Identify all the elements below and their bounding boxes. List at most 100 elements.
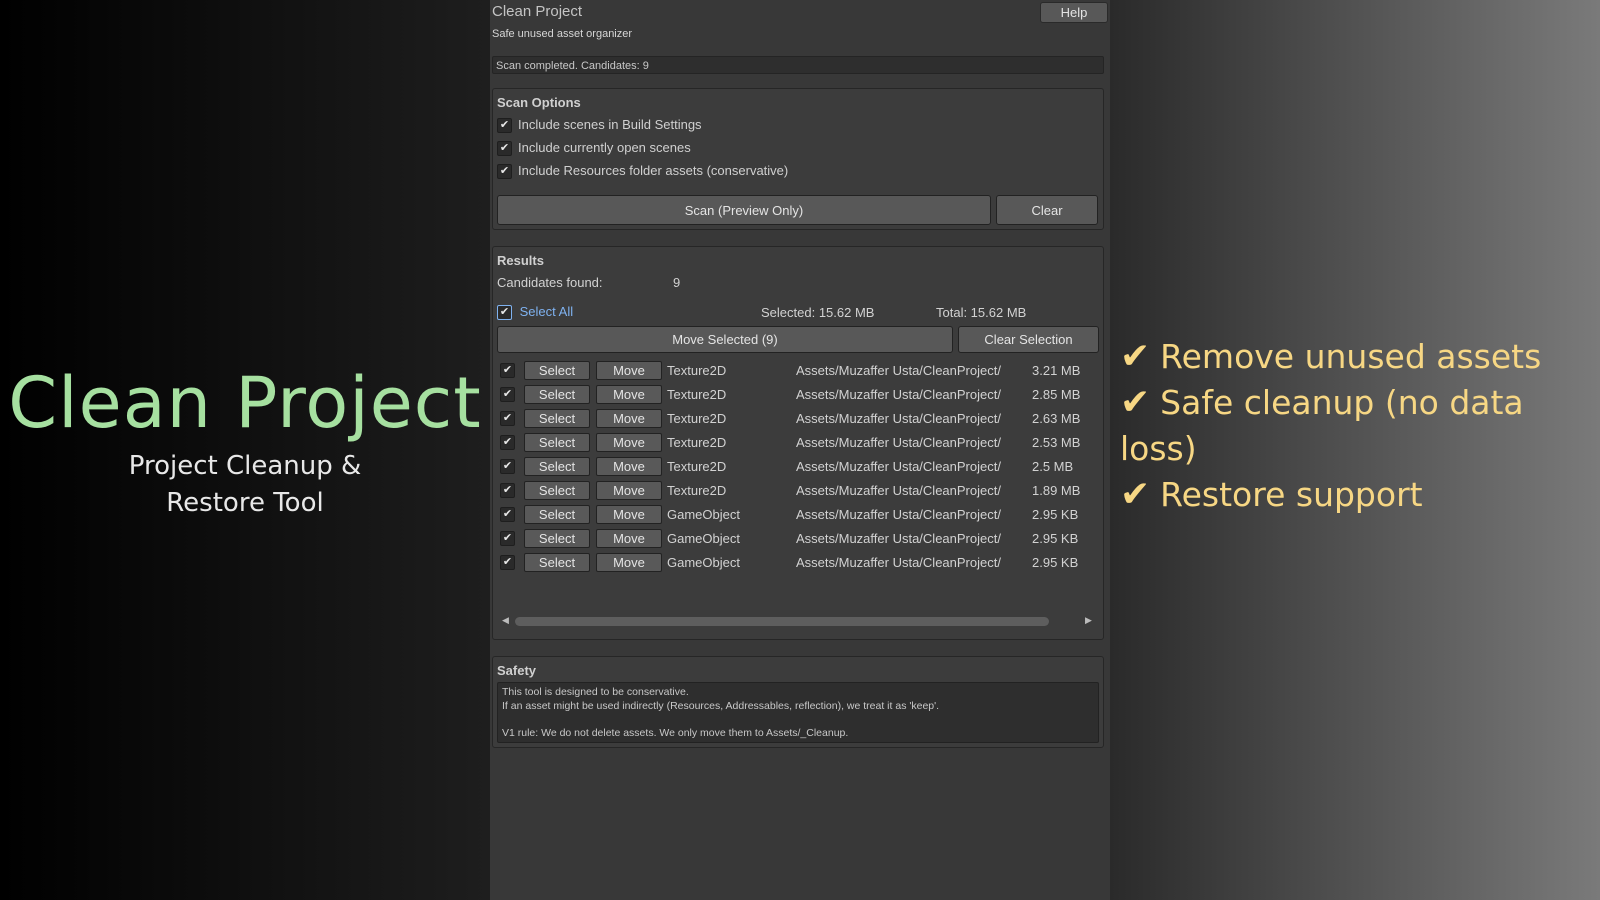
row-checkbox[interactable]: ✔: [500, 387, 515, 402]
row-type: GameObject: [667, 531, 740, 546]
row-size: 2.95 KB: [1032, 531, 1079, 546]
row-size: 2.63 MB: [1032, 411, 1081, 426]
row-checkbox[interactable]: ✔: [500, 459, 515, 474]
row-checkbox[interactable]: ✔: [500, 555, 515, 570]
row-checkbox[interactable]: ✔: [500, 363, 515, 378]
safety-text: This tool is designed to be conservative…: [497, 682, 1099, 743]
row-select-button[interactable]: Select: [524, 409, 590, 428]
result-row: ✔ Select Move Texture2D Assets/Muzaffer Usta…: [493, 456, 1103, 478]
left-promo-panel: Clean Project Project Cleanup & Restore …: [0, 0, 490, 900]
safety-title: Safety: [497, 663, 537, 678]
safety-box: Safety This tool is designed to be conse…: [492, 656, 1104, 748]
status-bar: Scan completed. Candidates: 9: [492, 56, 1104, 74]
row-type: Texture2D: [667, 363, 727, 378]
scan-options-box: Scan Options ✔ Include scenes in Build Se…: [492, 88, 1104, 230]
row-path: Assets/Muzaffer Usta/CleanProject/: [796, 459, 1001, 474]
select-all-label[interactable]: Select All: [520, 304, 573, 319]
row-checkbox[interactable]: ✔: [500, 411, 515, 426]
row-move-button[interactable]: Move: [596, 505, 662, 524]
row-select-button[interactable]: Select: [524, 505, 590, 524]
row-checkbox[interactable]: ✔: [500, 483, 515, 498]
result-row: ✔ Select Move GameObject Assets/Muzaffer Ust…: [493, 528, 1103, 550]
result-row: ✔ Select Move Texture2D Assets/Muzaffer Usta…: [493, 432, 1103, 454]
option-build-scenes[interactable]: ✔ Include scenes in Build Settings: [497, 117, 702, 134]
scan-button[interactable]: Scan (Preview Only): [497, 195, 991, 225]
scroll-right-icon[interactable]: ▶: [1085, 615, 1092, 626]
row-select-button[interactable]: Select: [524, 529, 590, 548]
hero-subtitle-line2: Restore Tool: [166, 488, 324, 518]
total-size: Total: 15.62 MB: [936, 305, 1027, 320]
row-type: Texture2D: [667, 459, 727, 474]
row-checkbox[interactable]: ✔: [500, 435, 515, 450]
result-row: ✔ Select Move GameObject Assets/Muzaffer Ust…: [493, 504, 1103, 526]
scan-options-title: Scan Options: [497, 95, 581, 110]
option-checkbox[interactable]: ✔: [497, 118, 512, 134]
selected-size: Selected: 15.62 MB: [761, 305, 875, 320]
row-move-button[interactable]: Move: [596, 553, 662, 572]
feature-text: Restore support: [1160, 475, 1423, 514]
option-checkbox[interactable]: ✔: [497, 141, 512, 157]
row-path: Assets/Muzaffer Usta/CleanProject/: [796, 531, 1001, 546]
horizontal-scrollbar[interactable]: ◀ ▶: [497, 615, 1097, 628]
row-path: Assets/Muzaffer Usta/CleanProject/: [796, 363, 1001, 378]
option-resources[interactable]: ✔ Include Resources folder assets (conser…: [497, 163, 789, 180]
candidates-label: Candidates found:: [497, 275, 603, 290]
result-row: ✔ Select Move GameObject Assets/Muzaffer Ust…: [493, 552, 1103, 574]
row-size: 2.95 KB: [1032, 555, 1079, 570]
feature-item: ✔ Safe cleanup (no data loss): [1120, 380, 1590, 472]
result-row: ✔ Select Move Texture2D Assets/Muzaffer Usta…: [493, 384, 1103, 406]
scrollbar-thumb[interactable]: [515, 617, 1049, 626]
feature-text: Remove unused assets: [1160, 337, 1542, 376]
row-move-button[interactable]: Move: [596, 481, 662, 500]
row-size: 2.53 MB: [1032, 435, 1081, 450]
row-move-button[interactable]: Move: [596, 433, 662, 452]
row-select-button[interactable]: Select: [524, 361, 590, 380]
option-open-scenes[interactable]: ✔ Include currently open scenes: [497, 140, 691, 157]
row-type: Texture2D: [667, 435, 727, 450]
option-label: Include Resources folder assets (conserv…: [518, 163, 789, 178]
move-selected-button[interactable]: Move Selected (9): [497, 326, 953, 353]
row-move-button[interactable]: Move: [596, 457, 662, 476]
row-checkbox[interactable]: ✔: [500, 531, 515, 546]
row-move-button[interactable]: Move: [596, 409, 662, 428]
row-select-button[interactable]: Select: [524, 553, 590, 572]
feature-item: ✔ Restore support: [1120, 472, 1590, 518]
row-size: 1.89 MB: [1032, 483, 1081, 498]
feature-text: Safe cleanup (no data loss): [1120, 383, 1524, 468]
clear-selection-button[interactable]: Clear Selection: [958, 326, 1099, 353]
row-type: Texture2D: [667, 483, 727, 498]
row-size: 3.21 MB: [1032, 363, 1081, 378]
row-type: Texture2D: [667, 387, 727, 402]
row-select-button[interactable]: Select: [524, 385, 590, 404]
row-move-button[interactable]: Move: [596, 361, 662, 380]
row-select-button[interactable]: Select: [524, 433, 590, 452]
results-title: Results: [497, 253, 544, 268]
row-path: Assets/Muzaffer Usta/CleanProject/: [796, 411, 1001, 426]
row-type: GameObject: [667, 507, 740, 522]
row-move-button[interactable]: Move: [596, 385, 662, 404]
option-checkbox[interactable]: ✔: [497, 164, 512, 180]
row-select-button[interactable]: Select: [524, 481, 590, 500]
feature-item: ✔ Remove unused assets: [1120, 334, 1590, 380]
hero-subtitle-line1: Project Cleanup &: [128, 451, 362, 481]
select-all-toggle[interactable]: ✔ Select All: [497, 304, 573, 321]
check-icon: ✔: [1120, 474, 1151, 515]
safety-line: This tool is designed to be conservative…: [502, 686, 689, 698]
window-subtitle: Safe unused asset organizer: [492, 28, 633, 40]
select-all-checkbox[interactable]: ✔: [497, 305, 512, 321]
scroll-left-icon[interactable]: ◀: [502, 615, 509, 626]
safety-line: V1 rule: We do not delete assets. We onl…: [502, 726, 849, 739]
help-button[interactable]: Help: [1040, 2, 1108, 23]
editor-window: Clean Project Help Safe unused asset org…: [490, 0, 1110, 900]
result-row: ✔ Select Move Texture2D Assets/Muzaffer Usta…: [493, 480, 1103, 502]
check-icon: ✔: [1120, 336, 1151, 377]
row-checkbox[interactable]: ✔: [500, 507, 515, 522]
row-select-button[interactable]: Select: [524, 457, 590, 476]
row-size: 2.5 MB: [1032, 459, 1074, 474]
result-row: ✔ Select Move Texture2D Assets/Muzaffer Usta…: [493, 408, 1103, 430]
row-path: Assets/Muzaffer Usta/CleanProject/: [796, 435, 1001, 450]
row-move-button[interactable]: Move: [596, 529, 662, 548]
row-type: Texture2D: [667, 411, 727, 426]
row-path: Assets/Muzaffer Usta/CleanProject/: [796, 555, 1001, 570]
clear-button[interactable]: Clear: [996, 195, 1098, 225]
